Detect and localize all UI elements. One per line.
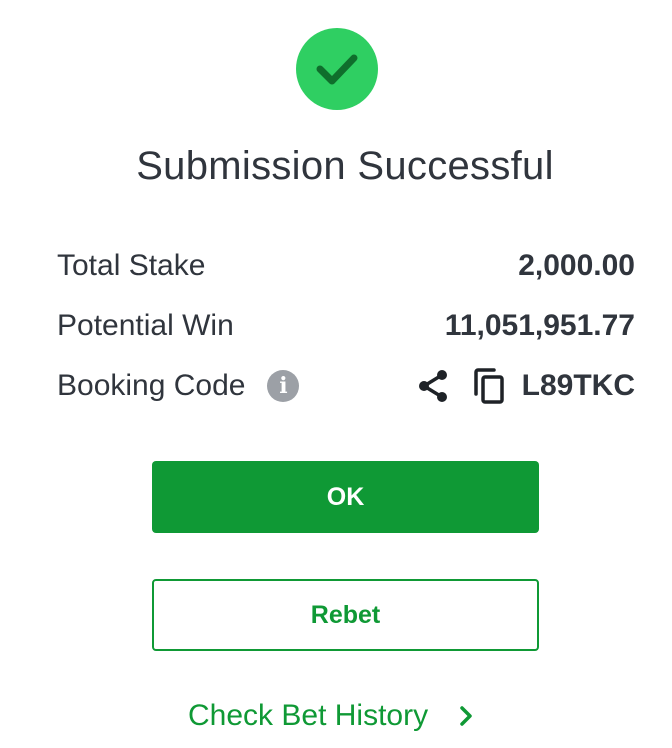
chevron-right-icon bbox=[458, 704, 474, 728]
booking-code-label-group: Booking Code i bbox=[57, 369, 300, 403]
booking-code-value[interactable]: L89TKC bbox=[522, 369, 635, 403]
booking-code-label: Booking Code bbox=[57, 369, 246, 402]
potential-win-row: Potential Win 11,051,951.77 bbox=[57, 302, 635, 350]
check-bet-history-link[interactable]: Check Bet History bbox=[188, 694, 474, 738]
booking-code-value-group: L89TKC bbox=[416, 367, 635, 405]
info-icon[interactable]: i bbox=[267, 370, 300, 402]
share-icon[interactable] bbox=[416, 368, 450, 404]
total-stake-row: Total Stake 2,000.00 bbox=[57, 242, 635, 290]
ok-button[interactable]: OK bbox=[152, 461, 539, 533]
total-stake-value: 2,000.00 bbox=[518, 249, 635, 282]
checkmark-circle-icon bbox=[296, 28, 378, 110]
dialog-title: Submission Successful bbox=[136, 144, 554, 188]
total-stake-label: Total Stake bbox=[57, 249, 206, 282]
copy-icon[interactable] bbox=[472, 367, 506, 405]
check-bet-history-label: Check Bet History bbox=[188, 699, 429, 732]
rebet-button[interactable]: Rebet bbox=[152, 579, 539, 651]
booking-code-row: Booking Code i L89TKC bbox=[57, 362, 635, 410]
potential-win-value: 11,051,951.77 bbox=[444, 309, 635, 342]
potential-win-label: Potential Win bbox=[57, 309, 234, 342]
